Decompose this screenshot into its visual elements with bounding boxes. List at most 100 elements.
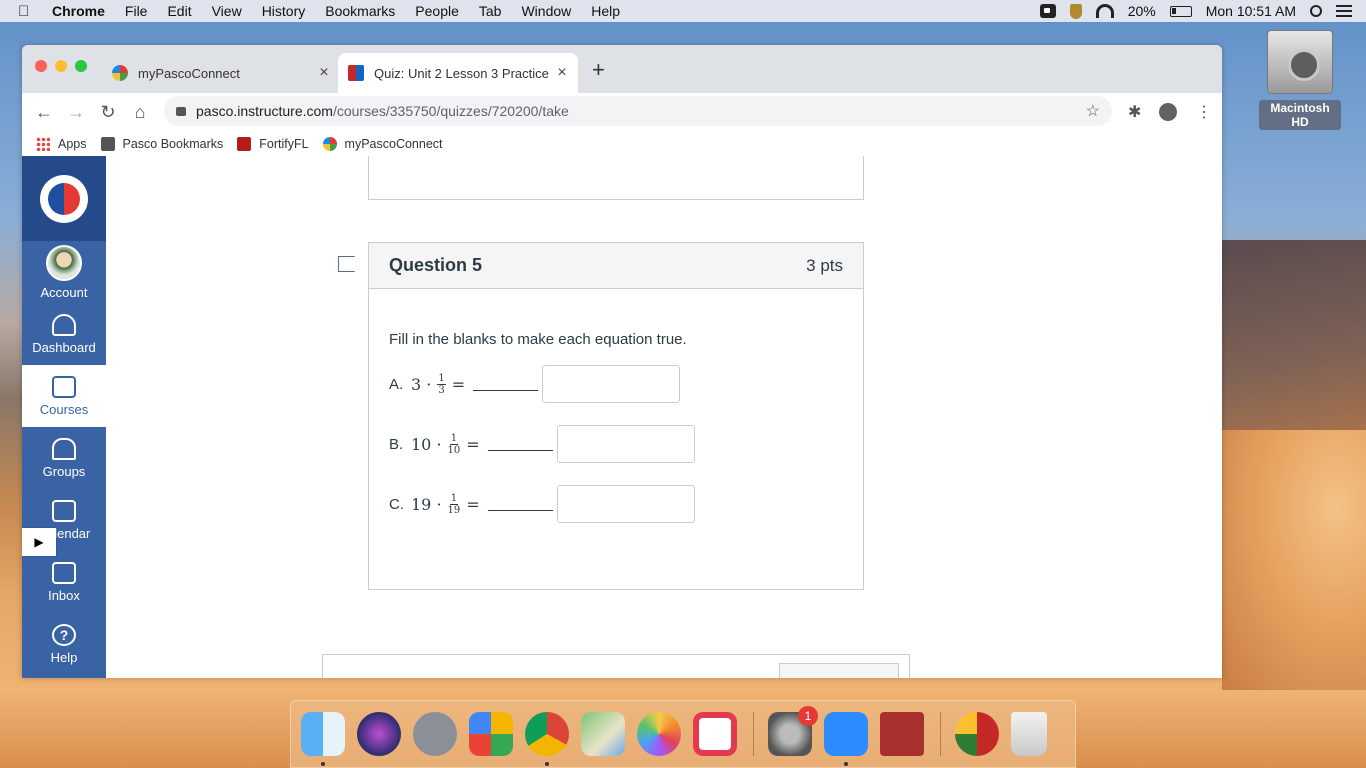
menu-app-name[interactable]: Chrome	[52, 3, 105, 19]
back-icon[interactable]: ←	[28, 102, 60, 123]
spotlight-icon[interactable]	[1310, 5, 1322, 17]
menu-tab[interactable]: Tab	[479, 3, 502, 19]
apple-icon[interactable]: 	[18, 3, 38, 20]
chrome-icon[interactable]	[525, 712, 569, 766]
pasco-logo-icon	[40, 174, 88, 223]
system-preferences-icon[interactable]: 1	[768, 706, 818, 756]
drive-label: Macintosh HD	[1259, 100, 1341, 130]
tab-quiz[interactable]: Quiz: Unit 2 Lesson 3 Practice ×	[338, 53, 578, 93]
zoom-icon[interactable]	[824, 712, 868, 766]
blank-line	[487, 497, 553, 511]
mypascoconnect-icon[interactable]	[955, 712, 999, 756]
page-content: Account Dashboard Courses Groups Calenda…	[22, 156, 1222, 678]
battery-percent[interactable]: 20%	[1128, 3, 1156, 19]
nav-inbox[interactable]: Inbox	[22, 551, 106, 613]
menu-bar:  Chrome File Edit View History Bookmark…	[0, 0, 1366, 22]
wifi-icon[interactable]	[1095, 4, 1114, 18]
menu-history[interactable]: History	[262, 3, 306, 19]
new-tab-icon[interactable]: +	[592, 57, 605, 83]
answer-input-b[interactable]	[556, 425, 695, 463]
equation-row-b: B. 10 · 1 10 =	[389, 425, 695, 463]
trash-icon[interactable]	[1011, 712, 1047, 756]
previous-question-box	[368, 156, 864, 200]
url-path: /courses/335750/quizzes/720200/take	[332, 103, 569, 119]
lock-icon[interactable]	[176, 106, 186, 116]
reload-icon[interactable]: ↻	[92, 102, 124, 123]
bookmark-fortifyfl[interactable]: FortifyFL	[237, 136, 309, 151]
dock-separator	[753, 712, 754, 756]
photos-icon[interactable]	[637, 712, 681, 756]
news-icon[interactable]	[693, 712, 737, 756]
canvas-global-nav: Account Dashboard Courses Groups Calenda…	[22, 156, 106, 678]
tab-strip: myPascoConnect × Quiz: Unit 2 Lesson 3 P…	[22, 45, 1222, 93]
menu-file[interactable]: File	[125, 3, 148, 19]
forward-icon[interactable]: →	[60, 102, 92, 123]
fortifyfl-icon	[237, 136, 252, 151]
pasco-favicon-icon	[112, 65, 128, 81]
quiz-submit-bar	[322, 654, 910, 678]
bookmark-pasco-folder[interactable]: Pasco Bookmarks	[100, 136, 223, 151]
desktop-drive[interactable]: Macintosh HD	[1259, 30, 1341, 131]
wallpaper-dune	[1222, 430, 1366, 690]
play-icon[interactable]: ▶	[22, 528, 56, 556]
question-title: Question 5	[389, 255, 483, 275]
minimize-window-button[interactable]	[55, 60, 67, 72]
url-host: pasco.instructure.com	[196, 103, 333, 119]
battery-icon[interactable]	[1169, 5, 1192, 17]
numerator: 1	[449, 432, 459, 445]
bookmark-label: FortifyFL	[259, 136, 309, 151]
notification-center-icon[interactable]	[1336, 5, 1352, 17]
running-indicator	[545, 762, 549, 766]
menu-edit[interactable]: Edit	[167, 3, 191, 19]
address-bar[interactable]: pasco.instructure.com /courses/335750/qu…	[164, 96, 1112, 126]
home-icon[interactable]: ⌂	[124, 102, 156, 123]
nav-groups[interactable]: Groups	[22, 427, 106, 489]
bookmark-mypascoconnect[interactable]: myPascoConnect	[322, 136, 443, 151]
close-window-button[interactable]	[35, 60, 47, 72]
menu-clock[interactable]: Mon 10:51 AM	[1206, 3, 1296, 19]
finder-icon[interactable]	[301, 712, 345, 766]
calendar-icon	[52, 499, 76, 522]
nav-courses[interactable]: Courses	[22, 365, 106, 427]
shield-icon[interactable]	[1069, 3, 1082, 19]
equation: 3 · 1 3 =	[411, 373, 542, 396]
nav-dashboard[interactable]: Dashboard	[22, 303, 106, 365]
question-header: Question 5 3 pts	[369, 243, 863, 289]
browser-toolbar: ← → ↻ ⌂ pasco.instructure.com /courses/3…	[22, 93, 1222, 131]
nav-label: Account	[40, 284, 88, 300]
answer-input-a[interactable]	[542, 365, 681, 403]
tab-mypascoconnect[interactable]: myPascoConnect ×	[102, 53, 340, 93]
denominator: 10	[447, 444, 461, 456]
dictionary-icon[interactable]	[880, 712, 924, 756]
menu-bookmarks[interactable]: Bookmarks	[325, 3, 395, 19]
close-tab-icon[interactable]: ×	[314, 64, 334, 82]
more-menu-icon[interactable]: ⋮	[1196, 102, 1212, 122]
dock: 1	[290, 700, 1076, 768]
close-tab-icon[interactable]: ×	[552, 64, 572, 82]
nav-account[interactable]: Account	[22, 241, 106, 303]
nav-help[interactable]: ? Help	[22, 613, 106, 675]
nav-label: Groups	[42, 463, 86, 479]
bookmark-star-icon[interactable]: ☆	[1086, 101, 1100, 121]
app-store-icon[interactable]	[469, 712, 513, 756]
fraction: 1 10	[448, 433, 461, 456]
flag-question-icon[interactable]	[338, 256, 359, 272]
menu-window[interactable]: Window	[521, 3, 571, 19]
answer-input-c[interactable]	[556, 485, 695, 523]
notification-badge: 1	[798, 706, 818, 726]
zoom-status-icon[interactable]	[1039, 4, 1056, 18]
maps-icon[interactable]	[581, 712, 625, 756]
submit-quiz-button[interactable]	[779, 663, 899, 678]
menu-people[interactable]: People	[415, 3, 459, 19]
blank-line	[473, 377, 539, 391]
siri-icon[interactable]	[357, 712, 401, 756]
profile-icon[interactable]	[1159, 103, 1177, 121]
launchpad-icon[interactable]	[413, 712, 457, 756]
bookmark-apps[interactable]: Apps	[36, 136, 87, 151]
menu-help[interactable]: Help	[591, 3, 620, 19]
equation-row-c: C. 19 · 1 19 =	[389, 485, 695, 523]
extensions-icon[interactable]: ✱	[1128, 102, 1141, 122]
canvas-logo[interactable]	[22, 156, 106, 241]
zoom-window-button[interactable]	[75, 60, 87, 72]
menu-view[interactable]: View	[212, 3, 242, 19]
